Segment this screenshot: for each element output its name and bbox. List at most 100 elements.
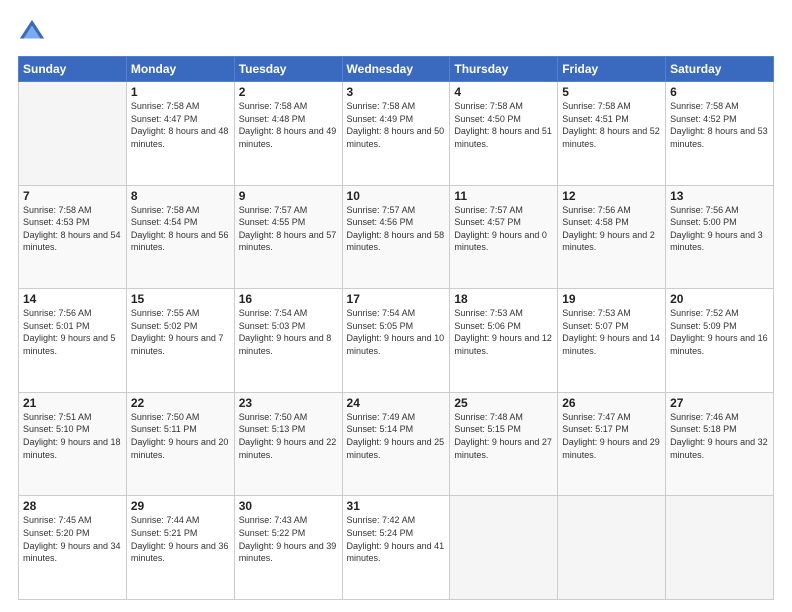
calendar-day: 29Sunrise: 7:44 AMSunset: 5:21 PMDayligh… bbox=[126, 496, 234, 600]
calendar-day: 21Sunrise: 7:51 AMSunset: 5:10 PMDayligh… bbox=[19, 392, 127, 496]
calendar-table: SundayMondayTuesdayWednesdayThursdayFrid… bbox=[18, 56, 774, 600]
day-header-friday: Friday bbox=[558, 57, 666, 82]
day-number: 23 bbox=[239, 396, 338, 410]
day-number: 13 bbox=[670, 189, 769, 203]
day-number: 30 bbox=[239, 499, 338, 513]
day-info: Sunrise: 7:46 AMSunset: 5:18 PMDaylight:… bbox=[670, 411, 769, 461]
calendar-day bbox=[19, 82, 127, 186]
day-number: 25 bbox=[454, 396, 553, 410]
day-number: 21 bbox=[23, 396, 122, 410]
calendar-day: 3Sunrise: 7:58 AMSunset: 4:49 PMDaylight… bbox=[342, 82, 450, 186]
day-number: 6 bbox=[670, 85, 769, 99]
day-info: Sunrise: 7:51 AMSunset: 5:10 PMDaylight:… bbox=[23, 411, 122, 461]
day-number: 22 bbox=[131, 396, 230, 410]
calendar-day: 7Sunrise: 7:58 AMSunset: 4:53 PMDaylight… bbox=[19, 185, 127, 289]
day-info: Sunrise: 7:53 AMSunset: 5:07 PMDaylight:… bbox=[562, 307, 661, 357]
day-info: Sunrise: 7:50 AMSunset: 5:13 PMDaylight:… bbox=[239, 411, 338, 461]
calendar-day: 10Sunrise: 7:57 AMSunset: 4:56 PMDayligh… bbox=[342, 185, 450, 289]
day-info: Sunrise: 7:50 AMSunset: 5:11 PMDaylight:… bbox=[131, 411, 230, 461]
day-number: 9 bbox=[239, 189, 338, 203]
day-info: Sunrise: 7:56 AMSunset: 4:58 PMDaylight:… bbox=[562, 204, 661, 254]
day-info: Sunrise: 7:58 AMSunset: 4:49 PMDaylight:… bbox=[347, 100, 446, 150]
calendar-day: 2Sunrise: 7:58 AMSunset: 4:48 PMDaylight… bbox=[234, 82, 342, 186]
day-info: Sunrise: 7:58 AMSunset: 4:48 PMDaylight:… bbox=[239, 100, 338, 150]
day-info: Sunrise: 7:58 AMSunset: 4:52 PMDaylight:… bbox=[670, 100, 769, 150]
day-info: Sunrise: 7:55 AMSunset: 5:02 PMDaylight:… bbox=[131, 307, 230, 357]
day-number: 28 bbox=[23, 499, 122, 513]
day-info: Sunrise: 7:57 AMSunset: 4:55 PMDaylight:… bbox=[239, 204, 338, 254]
day-info: Sunrise: 7:53 AMSunset: 5:06 PMDaylight:… bbox=[454, 307, 553, 357]
day-number: 20 bbox=[670, 292, 769, 306]
calendar-week-1: 1Sunrise: 7:58 AMSunset: 4:47 PMDaylight… bbox=[19, 82, 774, 186]
day-info: Sunrise: 7:56 AMSunset: 5:01 PMDaylight:… bbox=[23, 307, 122, 357]
day-number: 7 bbox=[23, 189, 122, 203]
day-header-sunday: Sunday bbox=[19, 57, 127, 82]
day-info: Sunrise: 7:58 AMSunset: 4:50 PMDaylight:… bbox=[454, 100, 553, 150]
day-number: 10 bbox=[347, 189, 446, 203]
day-header-tuesday: Tuesday bbox=[234, 57, 342, 82]
day-info: Sunrise: 7:47 AMSunset: 5:17 PMDaylight:… bbox=[562, 411, 661, 461]
day-header-wednesday: Wednesday bbox=[342, 57, 450, 82]
day-info: Sunrise: 7:54 AMSunset: 5:03 PMDaylight:… bbox=[239, 307, 338, 357]
day-number: 1 bbox=[131, 85, 230, 99]
day-info: Sunrise: 7:58 AMSunset: 4:51 PMDaylight:… bbox=[562, 100, 661, 150]
logo bbox=[18, 18, 50, 46]
day-number: 8 bbox=[131, 189, 230, 203]
calendar-day: 11Sunrise: 7:57 AMSunset: 4:57 PMDayligh… bbox=[450, 185, 558, 289]
day-number: 3 bbox=[347, 85, 446, 99]
calendar-day: 14Sunrise: 7:56 AMSunset: 5:01 PMDayligh… bbox=[19, 289, 127, 393]
day-info: Sunrise: 7:58 AMSunset: 4:47 PMDaylight:… bbox=[131, 100, 230, 150]
calendar-day: 20Sunrise: 7:52 AMSunset: 5:09 PMDayligh… bbox=[666, 289, 774, 393]
day-info: Sunrise: 7:58 AMSunset: 4:54 PMDaylight:… bbox=[131, 204, 230, 254]
calendar-day: 25Sunrise: 7:48 AMSunset: 5:15 PMDayligh… bbox=[450, 392, 558, 496]
calendar-day: 19Sunrise: 7:53 AMSunset: 5:07 PMDayligh… bbox=[558, 289, 666, 393]
day-header-saturday: Saturday bbox=[666, 57, 774, 82]
day-info: Sunrise: 7:57 AMSunset: 4:56 PMDaylight:… bbox=[347, 204, 446, 254]
day-number: 15 bbox=[131, 292, 230, 306]
day-number: 26 bbox=[562, 396, 661, 410]
calendar-day bbox=[450, 496, 558, 600]
calendar-day: 17Sunrise: 7:54 AMSunset: 5:05 PMDayligh… bbox=[342, 289, 450, 393]
day-number: 11 bbox=[454, 189, 553, 203]
calendar-day: 26Sunrise: 7:47 AMSunset: 5:17 PMDayligh… bbox=[558, 392, 666, 496]
calendar-day: 30Sunrise: 7:43 AMSunset: 5:22 PMDayligh… bbox=[234, 496, 342, 600]
calendar-day: 9Sunrise: 7:57 AMSunset: 4:55 PMDaylight… bbox=[234, 185, 342, 289]
day-info: Sunrise: 7:43 AMSunset: 5:22 PMDaylight:… bbox=[239, 514, 338, 564]
day-header-monday: Monday bbox=[126, 57, 234, 82]
day-info: Sunrise: 7:48 AMSunset: 5:15 PMDaylight:… bbox=[454, 411, 553, 461]
calendar-day: 31Sunrise: 7:42 AMSunset: 5:24 PMDayligh… bbox=[342, 496, 450, 600]
calendar-week-3: 14Sunrise: 7:56 AMSunset: 5:01 PMDayligh… bbox=[19, 289, 774, 393]
calendar-day: 18Sunrise: 7:53 AMSunset: 5:06 PMDayligh… bbox=[450, 289, 558, 393]
calendar-day: 5Sunrise: 7:58 AMSunset: 4:51 PMDaylight… bbox=[558, 82, 666, 186]
day-number: 31 bbox=[347, 499, 446, 513]
day-info: Sunrise: 7:44 AMSunset: 5:21 PMDaylight:… bbox=[131, 514, 230, 564]
day-number: 16 bbox=[239, 292, 338, 306]
day-number: 18 bbox=[454, 292, 553, 306]
day-number: 19 bbox=[562, 292, 661, 306]
calendar-day bbox=[558, 496, 666, 600]
header bbox=[18, 18, 774, 46]
calendar-week-2: 7Sunrise: 7:58 AMSunset: 4:53 PMDaylight… bbox=[19, 185, 774, 289]
day-info: Sunrise: 7:52 AMSunset: 5:09 PMDaylight:… bbox=[670, 307, 769, 357]
logo-icon bbox=[18, 18, 46, 46]
calendar-day: 1Sunrise: 7:58 AMSunset: 4:47 PMDaylight… bbox=[126, 82, 234, 186]
day-number: 24 bbox=[347, 396, 446, 410]
day-number: 12 bbox=[562, 189, 661, 203]
calendar-day: 16Sunrise: 7:54 AMSunset: 5:03 PMDayligh… bbox=[234, 289, 342, 393]
calendar-header-row: SundayMondayTuesdayWednesdayThursdayFrid… bbox=[19, 57, 774, 82]
calendar-day: 27Sunrise: 7:46 AMSunset: 5:18 PMDayligh… bbox=[666, 392, 774, 496]
calendar-day: 4Sunrise: 7:58 AMSunset: 4:50 PMDaylight… bbox=[450, 82, 558, 186]
calendar-day: 28Sunrise: 7:45 AMSunset: 5:20 PMDayligh… bbox=[19, 496, 127, 600]
day-number: 27 bbox=[670, 396, 769, 410]
calendar-day: 12Sunrise: 7:56 AMSunset: 4:58 PMDayligh… bbox=[558, 185, 666, 289]
calendar-day: 24Sunrise: 7:49 AMSunset: 5:14 PMDayligh… bbox=[342, 392, 450, 496]
day-info: Sunrise: 7:58 AMSunset: 4:53 PMDaylight:… bbox=[23, 204, 122, 254]
calendar-day: 8Sunrise: 7:58 AMSunset: 4:54 PMDaylight… bbox=[126, 185, 234, 289]
day-number: 14 bbox=[23, 292, 122, 306]
calendar-day: 6Sunrise: 7:58 AMSunset: 4:52 PMDaylight… bbox=[666, 82, 774, 186]
calendar-day bbox=[666, 496, 774, 600]
day-info: Sunrise: 7:54 AMSunset: 5:05 PMDaylight:… bbox=[347, 307, 446, 357]
day-number: 5 bbox=[562, 85, 661, 99]
day-number: 17 bbox=[347, 292, 446, 306]
day-header-thursday: Thursday bbox=[450, 57, 558, 82]
